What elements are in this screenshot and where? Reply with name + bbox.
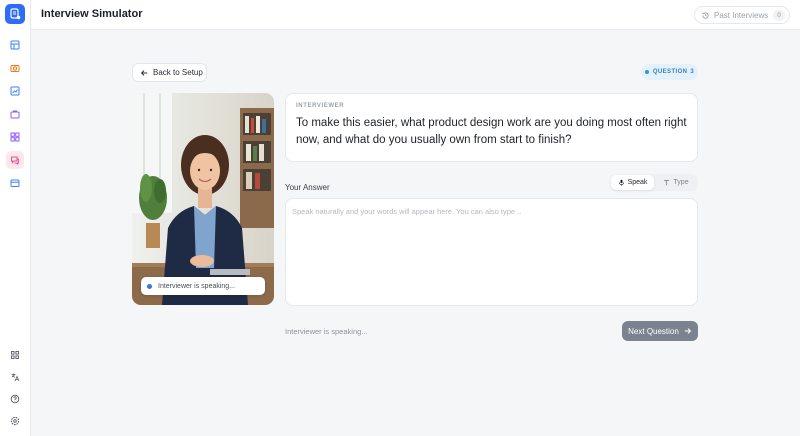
interviewer-label: INTERVIEWER — [296, 103, 345, 109]
history-icon — [702, 11, 709, 19]
text-type-icon — [664, 179, 670, 186]
speak-mode-label: Speak — [627, 179, 648, 186]
chart-icon[interactable] — [6, 82, 24, 100]
interviewer-video: Interviewer is speaking... — [132, 93, 274, 305]
settings-icon[interactable] — [6, 412, 24, 430]
apps-icon[interactable] — [6, 346, 24, 364]
card-icon[interactable] — [6, 174, 24, 192]
speaking-dot — [147, 283, 152, 289]
type-mode-button[interactable]: Type — [655, 175, 697, 190]
back-to-setup-label: Back to Setup — [153, 68, 203, 77]
question-badge-label: QUESTION — [652, 69, 688, 75]
microphone-icon — [618, 179, 624, 186]
page-title: Interview Simulator — [41, 8, 143, 20]
interviewer-video-image — [132, 93, 274, 305]
briefcase-icon[interactable] — [6, 105, 24, 123]
app-logo-icon[interactable] — [5, 4, 25, 24]
help-icon[interactable] — [6, 390, 24, 408]
grid-icon[interactable] — [6, 128, 24, 146]
next-question-label: Next Question — [628, 326, 679, 336]
status-dot — [644, 70, 649, 74]
arrow-right-icon — [684, 328, 691, 334]
layout-icon[interactable] — [6, 36, 24, 54]
camera-icon[interactable] — [6, 59, 24, 77]
question-badge-number: 3 — [690, 69, 695, 75]
type-mode-label: Type — [673, 179, 689, 186]
back-to-setup-button[interactable]: Back to Setup — [132, 63, 207, 82]
answer-input[interactable] — [285, 198, 698, 306]
arrow-left-icon — [140, 69, 148, 76]
your-answer-label: Your Answer — [285, 183, 330, 192]
chat-icon[interactable] — [6, 151, 24, 169]
past-interviews-count-badge: 0 — [773, 10, 785, 21]
interviewer-question-text: To make this easier, what product design… — [296, 117, 687, 146]
interviewer-speaking-indicator: Interviewer is speaking... — [141, 277, 265, 295]
next-question-button[interactable]: Next Question — [622, 321, 698, 341]
interview-status-text: Interviewer is speaking... — [285, 327, 368, 336]
sidebar — [0, 0, 31, 436]
top-header: Interview Simulator Past Interviews 0 — [31, 0, 800, 30]
speak-mode-button[interactable]: Speak — [611, 175, 654, 190]
past-interviews-button[interactable]: Past Interviews 0 — [694, 6, 790, 24]
past-interviews-label: Past Interviews — [714, 10, 769, 20]
video-status-text: Interviewer is speaking... — [158, 282, 236, 290]
translate-icon[interactable] — [6, 368, 24, 386]
interviewer-question-card: INTERVIEWER To make this easier, what pr… — [285, 93, 698, 162]
answer-mode-toggle: Speak Type — [610, 174, 698, 191]
question-number-badge: QUESTION 3 — [641, 64, 698, 80]
